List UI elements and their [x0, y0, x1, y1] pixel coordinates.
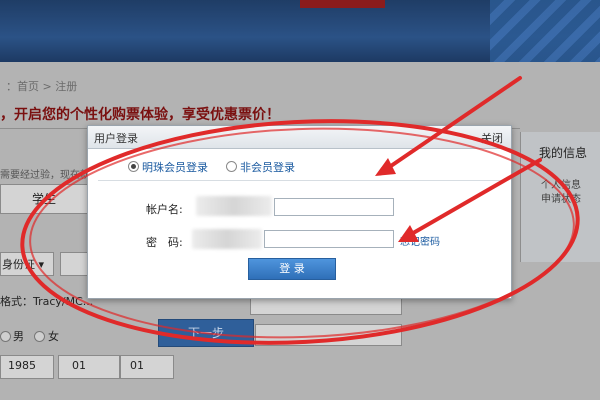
member-login-label[interactable]: 明珠会员登录 [142, 159, 208, 175]
dialog-titlebar: 用户登录 关闭 [88, 126, 511, 149]
close-button[interactable]: 关闭 [481, 130, 503, 146]
guest-login-label[interactable]: 非会员登录 [240, 159, 295, 175]
name-format-hint: 格式：Tracy/MC... [0, 295, 94, 308]
account-input[interactable] [274, 198, 394, 216]
dialog-title: 用户登录 [94, 132, 138, 145]
login-type-selector: 明珠会员登录 非会员登录 [88, 154, 511, 178]
member-login-radio[interactable] [128, 161, 139, 172]
account-label: 帐户名: [146, 203, 183, 216]
phone-field[interactable] [255, 324, 402, 346]
gender-male-radio[interactable] [0, 331, 11, 342]
gender-female-radio[interactable] [34, 331, 45, 342]
next-step-button[interactable]: 下一步 [158, 319, 254, 347]
login-dialog: 用户登录 关闭 明珠会员登录 非会员登录 帐户名: 密 码: 忘记密码 登 录 [87, 125, 512, 299]
gender-female-label: 女 [48, 330, 59, 343]
birth-year-value: 1985 [8, 359, 36, 372]
passenger-type-value: 学生 [32, 192, 57, 206]
gender-male-label: 男 [13, 330, 24, 343]
login-button[interactable]: 登 录 [248, 258, 336, 280]
my-info-title: 我的信息 [539, 146, 588, 160]
side-personal-info[interactable]: 个人信息 [529, 176, 593, 191]
guest-login-radio[interactable] [226, 161, 237, 172]
birth-day-select[interactable] [120, 355, 174, 379]
redacted-account [196, 196, 272, 216]
password-label: 密 码: [146, 236, 183, 249]
dialog-divider [98, 180, 501, 181]
birth-month-value: 01 [72, 359, 86, 372]
page-slogan: ，开启您的个性化购票体验，享受优惠票价！ [0, 107, 280, 123]
redacted-password [192, 229, 262, 249]
banner-accent [300, 0, 385, 8]
id-type-value: 身份证 ▾ [2, 258, 45, 271]
forgot-password-link[interactable]: 忘记密码 [400, 233, 440, 248]
password-input[interactable] [264, 230, 394, 248]
birth-month-select[interactable] [58, 355, 120, 379]
notice-text: 需要经过验，现在就吗 [0, 170, 100, 181]
my-info-panel: 我的信息 个人信息 申请状态 [520, 132, 600, 262]
birth-day-value: 01 [130, 359, 144, 372]
side-application-status[interactable]: 申请状态 [529, 190, 593, 205]
banner-graphic [490, 0, 600, 62]
breadcrumb: ：首页 > 注册 [6, 80, 78, 93]
